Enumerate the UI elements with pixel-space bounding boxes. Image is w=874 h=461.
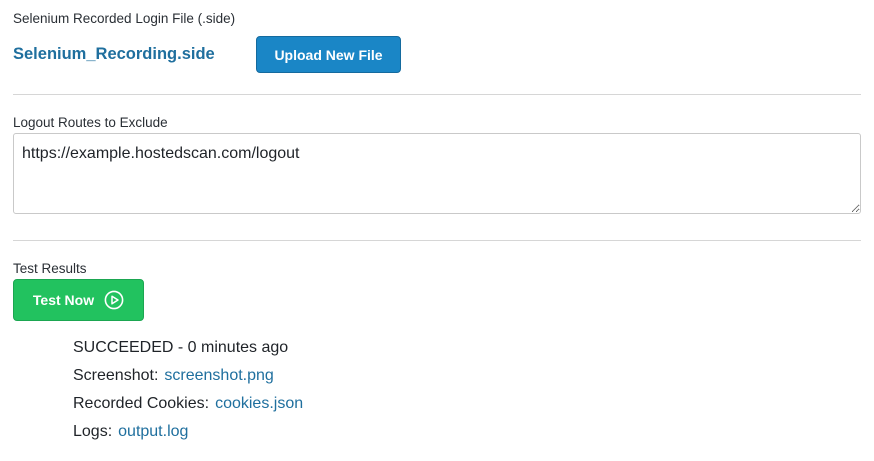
status-text: SUCCEEDED - 0 minutes ago <box>73 339 289 356</box>
cookies-link[interactable]: cookies.json <box>215 395 303 412</box>
section-divider <box>13 94 861 95</box>
test-results-label: Test Results <box>13 261 87 276</box>
test-results-list: SUCCEEDED - 0 minutes ago Screenshot: scr… <box>73 334 303 446</box>
login-file-name: Selenium_Recording.side <box>13 45 215 63</box>
test-now-label: Test Now <box>32 292 95 308</box>
screenshot-label: Screenshot: <box>73 367 159 384</box>
cookies-label: Recorded Cookies: <box>73 395 210 412</box>
screenshot-link[interactable]: screenshot.png <box>164 367 273 384</box>
logs-label: Logs: <box>73 423 113 440</box>
logs-link[interactable]: output.log <box>118 423 188 440</box>
result-cookies: Recorded Cookies: cookies.json <box>73 390 303 418</box>
result-status: SUCCEEDED - 0 minutes ago <box>73 334 303 362</box>
result-logs: Logs: output.log <box>73 418 303 446</box>
logout-routes-input[interactable]: https://example.hostedscan.com/logout <box>13 133 861 214</box>
upload-new-file-button[interactable]: Upload New File <box>256 36 401 73</box>
play-circle-icon <box>104 290 124 310</box>
login-file-label: Selenium Recorded Login File (.side) <box>13 11 236 26</box>
test-now-button[interactable]: Test Now <box>13 279 144 321</box>
logout-routes-label: Logout Routes to Exclude <box>13 115 168 130</box>
result-screenshot: Screenshot: screenshot.png <box>73 362 303 390</box>
section-divider <box>13 240 861 241</box>
